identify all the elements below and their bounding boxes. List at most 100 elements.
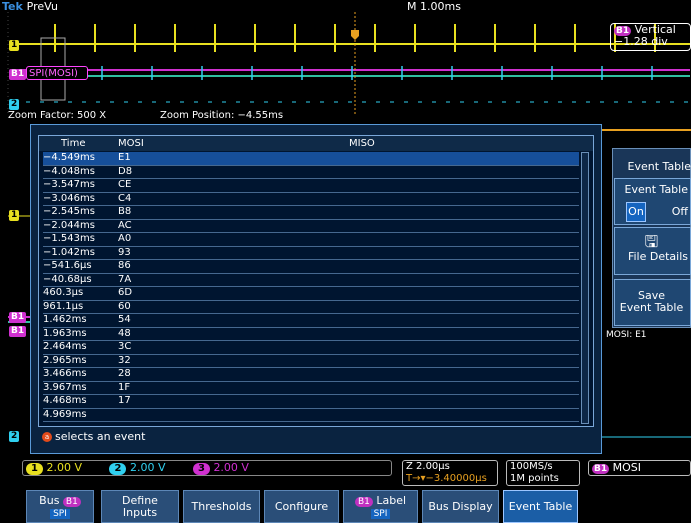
column-miso: MISO [349,138,375,149]
row-time: 4.468ms [43,395,87,406]
bus-field-name: MOSI [612,461,642,474]
configure-button[interactable]: Configure [264,490,339,523]
record-length: 1M points [510,473,559,484]
row-mosi: 48 [118,327,131,339]
table-row[interactable]: 3.466ms 28 [43,368,579,382]
table-row[interactable]: 961.1µs 60 [43,300,579,314]
label-button-badge: B1 [354,496,373,507]
bus-button[interactable]: Bus B1 SPI [26,490,94,523]
table-row[interactable]: 460.3µs 6D [43,287,579,301]
bus-button-badge: B1 [62,496,81,507]
row-time: 4.969ms [43,408,87,420]
row-mosi: C4 [118,192,132,204]
table-row[interactable]: −1.042ms 93 [43,246,579,260]
sample-rate: 100MS/s [510,461,553,472]
table-row[interactable]: −3.046ms C4 [43,192,579,206]
horizontal-field[interactable]: Z 2.00µs T→▾−3.40000µs [402,460,498,486]
zoom-factor: Zoom Factor: 500 X [8,110,107,121]
vertical-position-box: B1 Vertical −1.28 div [610,23,691,51]
side-menu-title: Event Table [627,160,691,173]
row-mosi: E1 [118,152,131,163]
on-off-control[interactable]: On Off [626,202,691,222]
row-mosi: 60 [118,300,131,312]
row-mosi: 3C [118,341,132,352]
row-mosi: 32 [118,354,131,366]
on-option[interactable]: On [626,202,646,222]
table-row[interactable]: −2.044ms AC [43,219,579,233]
event-table-label: Event Table [508,499,573,513]
row-mosi: 93 [118,246,131,258]
row-mosi: AC [118,219,132,231]
define-inputs-line-1: Define [122,493,158,507]
overview-waveform-area[interactable] [0,12,691,114]
row-time: −3.046ms [43,192,95,204]
table-row[interactable]: −2.545ms B8 [43,206,579,220]
ch1-marker: 1 [9,40,20,51]
row-mosi: CE [118,179,132,190]
table-row[interactable]: −4.549ms E1 [43,152,579,166]
b1-main-marker-b: B1 [9,326,27,337]
bus-field-badge: B1 [592,464,610,474]
table-row[interactable]: −1.543ms A0 [43,233,579,247]
save-disk-icon: 🖫 [644,232,659,251]
save-event-table-button[interactable]: Save Event Table [614,279,691,326]
file-details-button[interactable]: 🖫 File Details [614,227,691,275]
table-row[interactable]: −3.547ms CE [43,179,579,193]
ch3-chip: 3 [192,463,210,475]
table-row[interactable]: −40.68µs 7A [43,274,579,287]
row-time: 1.462ms [43,314,87,325]
table-row[interactable]: −4.048ms D8 [43,165,579,179]
row-mosi: 28 [118,368,131,379]
table-row[interactable]: −541.6µs 86 [43,260,579,274]
bus-display-button[interactable]: Bus Display [422,490,499,523]
hint-label: selects an event [55,430,146,443]
table-row[interactable]: 4.468ms 17 [43,395,579,409]
hint-text: a selects an event [42,430,145,443]
row-time: −541.6µs [43,260,92,271]
row-time: 1.963ms [43,327,87,339]
label-button-label: Label [376,493,407,507]
ch2-marker: 2 [9,99,20,110]
save-line-2: Event Table [619,301,684,314]
bus-button-tag: SPI [50,508,70,519]
column-mosi: MOSI [118,138,144,149]
label-button-tag: SPI [370,508,391,519]
thresholds-button[interactable]: Thresholds [183,490,260,523]
thresholds-label: Thresholds [191,499,252,513]
ch1-scale: 2.00 V [46,461,82,474]
bus-button-label: Bus [39,493,60,507]
label-button[interactable]: B1 Label SPI [343,490,418,523]
bus-field[interactable]: B1 MOSI [588,460,691,476]
zoom-timescale: Z 2.00µs [406,461,450,472]
table-row[interactable]: 3.967ms 1F [43,382,579,395]
event-table-header: Time MOSI MISO [39,136,593,151]
row-mosi: B8 [118,206,132,217]
spi-bus-label: SPI(MOSI) [26,66,88,80]
row-mosi: D8 [118,165,133,177]
row-time: −2.545ms [43,206,95,217]
event-table-button[interactable]: Event Table [503,490,578,523]
off-option[interactable]: Off [672,205,688,218]
row-time: −4.549ms [43,152,95,163]
channel-scale-field[interactable]: 1 2.00 V 2 2.00 V 3 2.00 V [22,460,392,476]
trigger-delay: T→▾−3.40000µs [406,473,487,484]
toggle-label: Event Table [624,183,688,196]
table-row[interactable]: 4.969ms [43,408,579,422]
status-bar: 1 2.00 V 2 2.00 V 3 2.00 V Z 2.00µs T→▾−… [22,460,691,486]
table-row[interactable]: 2.965ms 32 [43,354,579,368]
table-row[interactable]: 2.464ms 3C [43,341,579,355]
row-mosi: 54 [118,314,131,325]
ch2-scale: 2.00 V [129,461,166,474]
acquisition-field[interactable]: 100MS/s 1M points [506,460,580,486]
table-row[interactable]: 1.462ms 54 [43,314,579,328]
table-row[interactable]: 1.963ms 48 [43,327,579,341]
define-inputs-line-2: Inputs [122,505,158,519]
ch2-chip: 2 [109,463,127,475]
row-time: −1.543ms [43,233,95,244]
event-table-rows: −4.549ms E1 −4.048ms D8 −3.547ms CE −3.046ms C4… [43,152,579,422]
mosi-readout: MOSI: E1 [606,330,647,340]
zoom-position: Zoom Position: −4.55ms [160,110,284,121]
row-time: 2.464ms [43,341,87,352]
define-inputs-button[interactable]: Define Inputs [101,490,179,523]
table-scrollbar[interactable] [581,152,589,424]
